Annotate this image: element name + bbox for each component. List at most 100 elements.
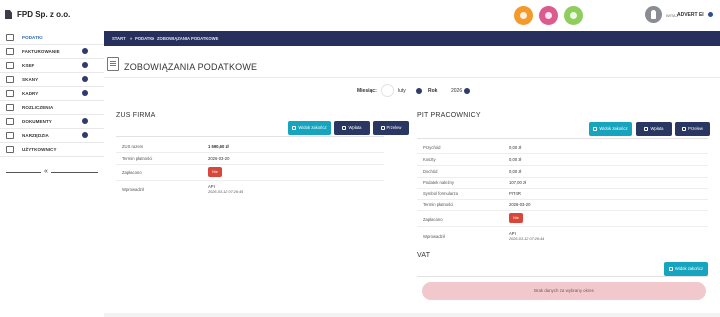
breadcrumb-podatki[interactable]: PODATKI bbox=[135, 36, 154, 41]
sidebar-item-label: DOKUMENTY bbox=[22, 119, 52, 124]
collapse-sidebar-button[interactable]: « bbox=[41, 168, 51, 176]
horizontal-scrollbar[interactable] bbox=[104, 313, 720, 317]
sidebar-item-rozliczenia[interactable]: ROZLICZENIA bbox=[0, 101, 104, 115]
breadcrumb-separator: » bbox=[130, 36, 133, 41]
year-select[interactable]: 2026 bbox=[451, 88, 462, 94]
pit-row-label: Termin płatności bbox=[423, 202, 454, 207]
sidebar-item-label: SKANY bbox=[22, 77, 39, 82]
breadcrumb: START » PODATKI » ZOBOWIĄZANIA PODATKOWE bbox=[104, 31, 720, 46]
pit-row-label: Dochód bbox=[423, 169, 438, 174]
user-menu-chevron-icon[interactable] bbox=[708, 12, 713, 17]
pit-row-timestamp: 2026-03-12 07:26:44 bbox=[509, 237, 545, 241]
sidebar-item-fakturowanie[interactable]: FAKTUROWANIE bbox=[0, 45, 104, 59]
help-button[interactable] bbox=[539, 6, 558, 25]
sidebar-item-skany[interactable]: SKANY bbox=[0, 73, 104, 87]
row-divider bbox=[417, 188, 708, 189]
top-bar: FPD Sp. z o.o. WITAJ ADVERT EI bbox=[0, 0, 720, 31]
zus-row-value: 1 590,60 zł bbox=[208, 144, 229, 149]
row-divider bbox=[417, 199, 708, 200]
chevron-down-icon[interactable] bbox=[416, 88, 422, 94]
payment-icon bbox=[342, 126, 347, 130]
pit-row-label: Przychód bbox=[423, 145, 441, 150]
zus-row-timestamp: 2026-03-12 07:26:45 bbox=[208, 190, 244, 194]
people-icon bbox=[6, 90, 14, 97]
chevron-down-icon[interactable] bbox=[82, 76, 88, 82]
row-divider bbox=[417, 165, 708, 166]
row-divider bbox=[417, 226, 708, 227]
view-icon bbox=[593, 127, 598, 131]
vat-view-button[interactable]: Widok zakończ bbox=[664, 262, 708, 276]
section-divider bbox=[417, 138, 708, 139]
pit-row-value: 0,00 zł bbox=[509, 169, 522, 174]
inbox-button[interactable] bbox=[564, 6, 583, 25]
pit-row-label: Koszty bbox=[423, 157, 436, 162]
sidebar-item-label: NARZĘDZIA bbox=[22, 133, 49, 138]
chevron-down-icon[interactable] bbox=[82, 62, 88, 68]
pit-row-value: 0,00 zł bbox=[509, 157, 522, 162]
transfer-icon bbox=[682, 127, 687, 131]
sidebar-item-dokumenty[interactable]: DOKUMENTY bbox=[0, 115, 104, 129]
row-divider bbox=[417, 177, 708, 178]
zus-row-label: Termin płatności bbox=[122, 156, 153, 161]
breadcrumb-current: ZOBOWIĄZANIA PODATKOWE bbox=[157, 36, 219, 41]
sidebar-item-podatki[interactable]: PODATKI bbox=[0, 31, 104, 45]
sidebar-item-narzedzia[interactable]: NARZĘDZIA bbox=[0, 129, 104, 143]
pit-row-value: 107,00 zł bbox=[509, 180, 526, 185]
zus-payment-button[interactable]: Wpłata bbox=[334, 121, 370, 135]
chevron-down-icon[interactable] bbox=[82, 132, 88, 138]
row-divider bbox=[116, 152, 384, 153]
empty-state-message: Brak danych za wybrany okres bbox=[422, 282, 706, 300]
page-title: ZOBOWIĄZANIA PODATKOWE bbox=[124, 62, 258, 72]
month-label: Miesiąc: bbox=[357, 88, 377, 94]
title-divider bbox=[104, 77, 720, 78]
chevron-down-icon[interactable] bbox=[82, 90, 88, 96]
sidebar-item-label: KADRY bbox=[22, 91, 39, 96]
zus-row-label: ZUS razem bbox=[122, 144, 144, 149]
row-divider bbox=[116, 164, 384, 165]
zus-row-value: 2026-03-20 bbox=[208, 156, 230, 161]
pit-payment-button[interactable]: Wpłata bbox=[636, 122, 672, 136]
year-label: Rok bbox=[428, 88, 438, 94]
status-badge: Nie bbox=[509, 213, 523, 223]
sidebar-item-label: UŻYTKOWNICY bbox=[22, 147, 57, 152]
scan-icon bbox=[6, 76, 14, 83]
sidebar-item-label: PODATKI bbox=[22, 35, 43, 40]
zus-row-value: API bbox=[208, 184, 215, 189]
documents-icon bbox=[6, 118, 14, 125]
month-select[interactable]: luty bbox=[398, 88, 406, 94]
zus-transfer-button[interactable]: Przelew bbox=[373, 121, 409, 135]
payment-icon bbox=[644, 127, 649, 131]
document-icon bbox=[107, 57, 119, 71]
sidebar-item-label: FAKTUROWANIE bbox=[22, 49, 60, 54]
user-name[interactable]: ADVERT EI bbox=[677, 12, 704, 18]
tax-icon bbox=[6, 34, 14, 41]
chevron-down-icon[interactable] bbox=[82, 48, 88, 54]
zus-row-label: Wprowadził bbox=[122, 187, 144, 192]
zus-section-title: ZUS FIRMA bbox=[116, 112, 156, 119]
sidebar-divider bbox=[6, 172, 98, 173]
sidebar-item-uzytkownicy[interactable]: UŻYTKOWNICY bbox=[0, 143, 104, 157]
pit-row-value: PIT4R bbox=[509, 191, 521, 196]
month-toggle[interactable] bbox=[381, 84, 394, 97]
avatar[interactable] bbox=[645, 6, 662, 23]
pit-view-button[interactable]: Widok zakończ bbox=[589, 122, 632, 136]
sidebar-item-kadry[interactable]: KADRY bbox=[0, 87, 104, 101]
pit-transfer-button[interactable]: Przelew bbox=[675, 122, 710, 136]
pit-row-value: 2026-03-20 bbox=[509, 202, 531, 207]
pit-row-label: Wprowadził bbox=[423, 234, 445, 239]
row-divider bbox=[417, 153, 708, 154]
row-divider bbox=[116, 180, 384, 181]
row-divider bbox=[417, 210, 708, 211]
pit-row-label: Zapłacono bbox=[423, 217, 443, 222]
zus-view-button[interactable]: Widok zakończ bbox=[288, 121, 331, 135]
section-divider bbox=[417, 276, 708, 277]
pit-row-label: Symbol formularza bbox=[423, 191, 458, 196]
play-button[interactable] bbox=[514, 6, 533, 25]
status-badge: Nie bbox=[208, 167, 222, 177]
chevron-down-icon[interactable] bbox=[464, 88, 470, 94]
breadcrumb-start[interactable]: START bbox=[112, 36, 126, 41]
vat-section-title: VAT bbox=[417, 252, 431, 259]
sidebar-item-ksef[interactable]: KSEF bbox=[0, 59, 104, 73]
ksef-icon bbox=[6, 62, 14, 69]
chevron-down-icon[interactable] bbox=[82, 118, 88, 124]
